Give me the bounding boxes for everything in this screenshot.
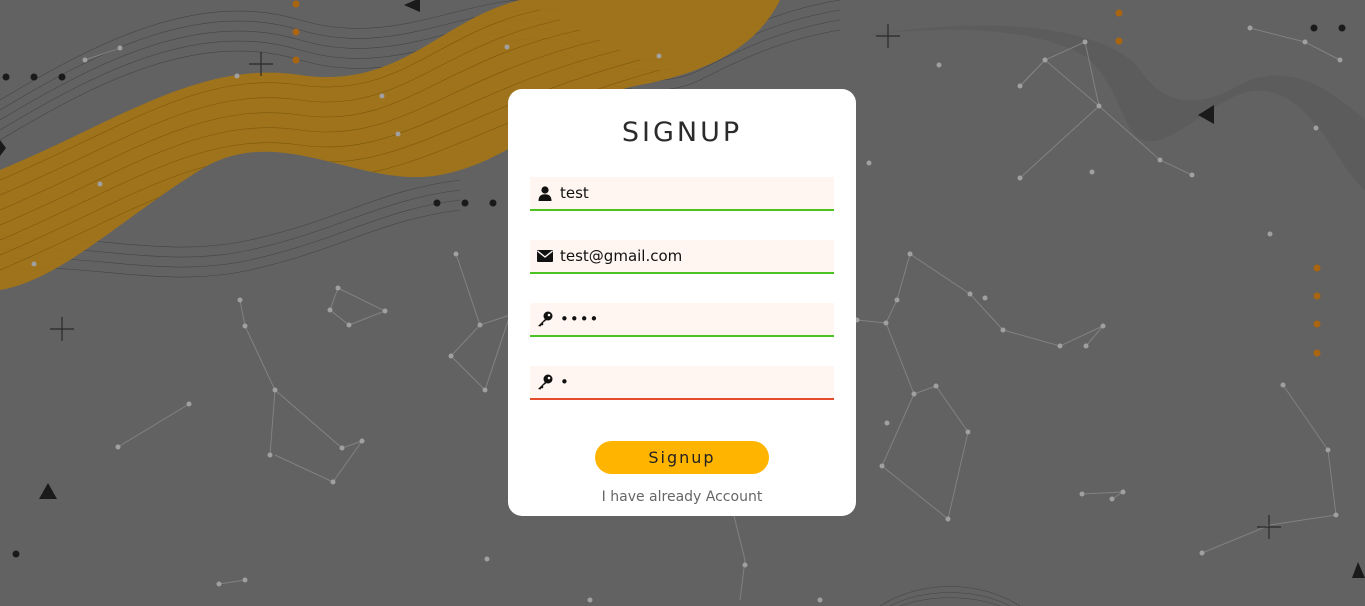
email-input[interactable] [560, 241, 828, 271]
envelope-icon [530, 239, 560, 273]
signup-button[interactable]: Signup [595, 441, 769, 474]
password-field [530, 303, 834, 337]
key-icon [530, 302, 560, 336]
page-background: SIGNUP test test@gmail.com Signup I have… [0, 0, 1365, 606]
email-field [530, 240, 834, 274]
username-field [530, 177, 834, 211]
key-icon [530, 365, 560, 399]
login-link[interactable]: I have already Account [508, 489, 856, 505]
signup-card: SIGNUP test test@gmail.com Signup I have… [508, 89, 856, 516]
user-icon [530, 176, 560, 210]
username-input[interactable] [560, 178, 828, 208]
password-input[interactable] [560, 304, 828, 334]
form-title: SIGNUP [621, 117, 743, 148]
confirm-password-input[interactable] [560, 367, 828, 397]
confirm-password-field [530, 366, 834, 400]
